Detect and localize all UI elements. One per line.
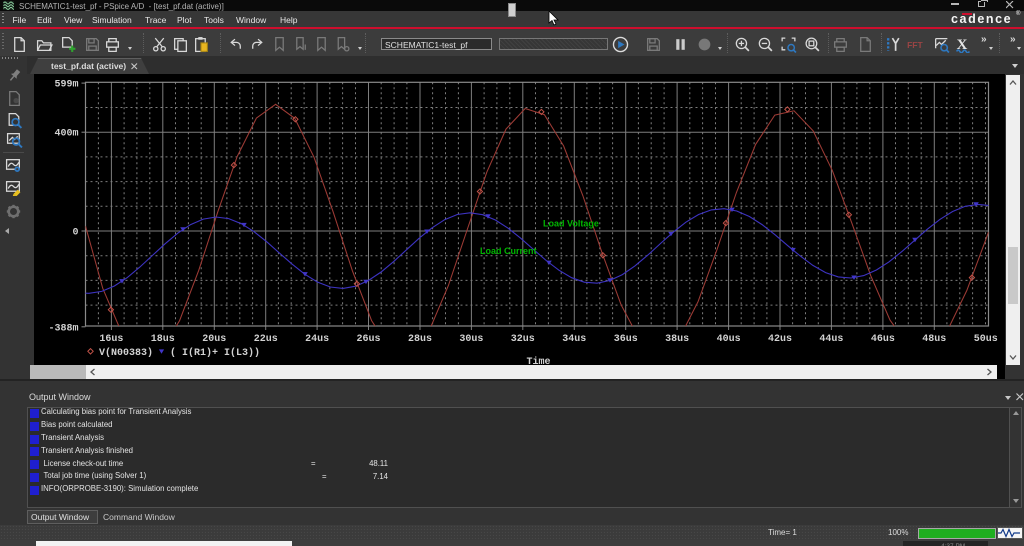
svg-text:20us: 20us [202, 334, 226, 345]
svg-text:0: 0 [72, 228, 78, 239]
svg-text:24us: 24us [305, 334, 329, 345]
svg-text:40us: 40us [717, 334, 741, 345]
svg-text:42us: 42us [768, 334, 792, 345]
svg-text:46us: 46us [871, 334, 895, 345]
svg-text:32us: 32us [511, 334, 535, 345]
svg-text:Load Voltage: Load Voltage [543, 219, 599, 229]
svg-text:16us: 16us [99, 334, 123, 345]
svg-text:50us: 50us [974, 334, 998, 345]
svg-text:38us: 38us [665, 334, 689, 345]
svg-text:FFT: FFT [907, 40, 923, 50]
svg-text:48us: 48us [922, 334, 946, 345]
svg-text:30us: 30us [459, 334, 483, 345]
svg-text:18us: 18us [151, 334, 175, 345]
svg-text:44us: 44us [819, 334, 843, 345]
svg-text:( I(R1)+ I(L3)): ( I(R1)+ I(L3)) [170, 347, 260, 359]
svg-text:22us: 22us [254, 334, 278, 345]
svg-text:V(N00383): V(N00383) [99, 347, 153, 359]
svg-text:34us: 34us [562, 334, 586, 345]
svg-text:599m: 599m [54, 80, 78, 91]
svg-text:400m: 400m [54, 129, 78, 140]
svg-text:Load Current: Load Current [480, 246, 537, 256]
svg-text:28us: 28us [408, 334, 432, 345]
svg-text:36us: 36us [614, 334, 638, 345]
svg-text:-388m: -388m [48, 323, 78, 334]
svg-text:26us: 26us [356, 334, 380, 345]
